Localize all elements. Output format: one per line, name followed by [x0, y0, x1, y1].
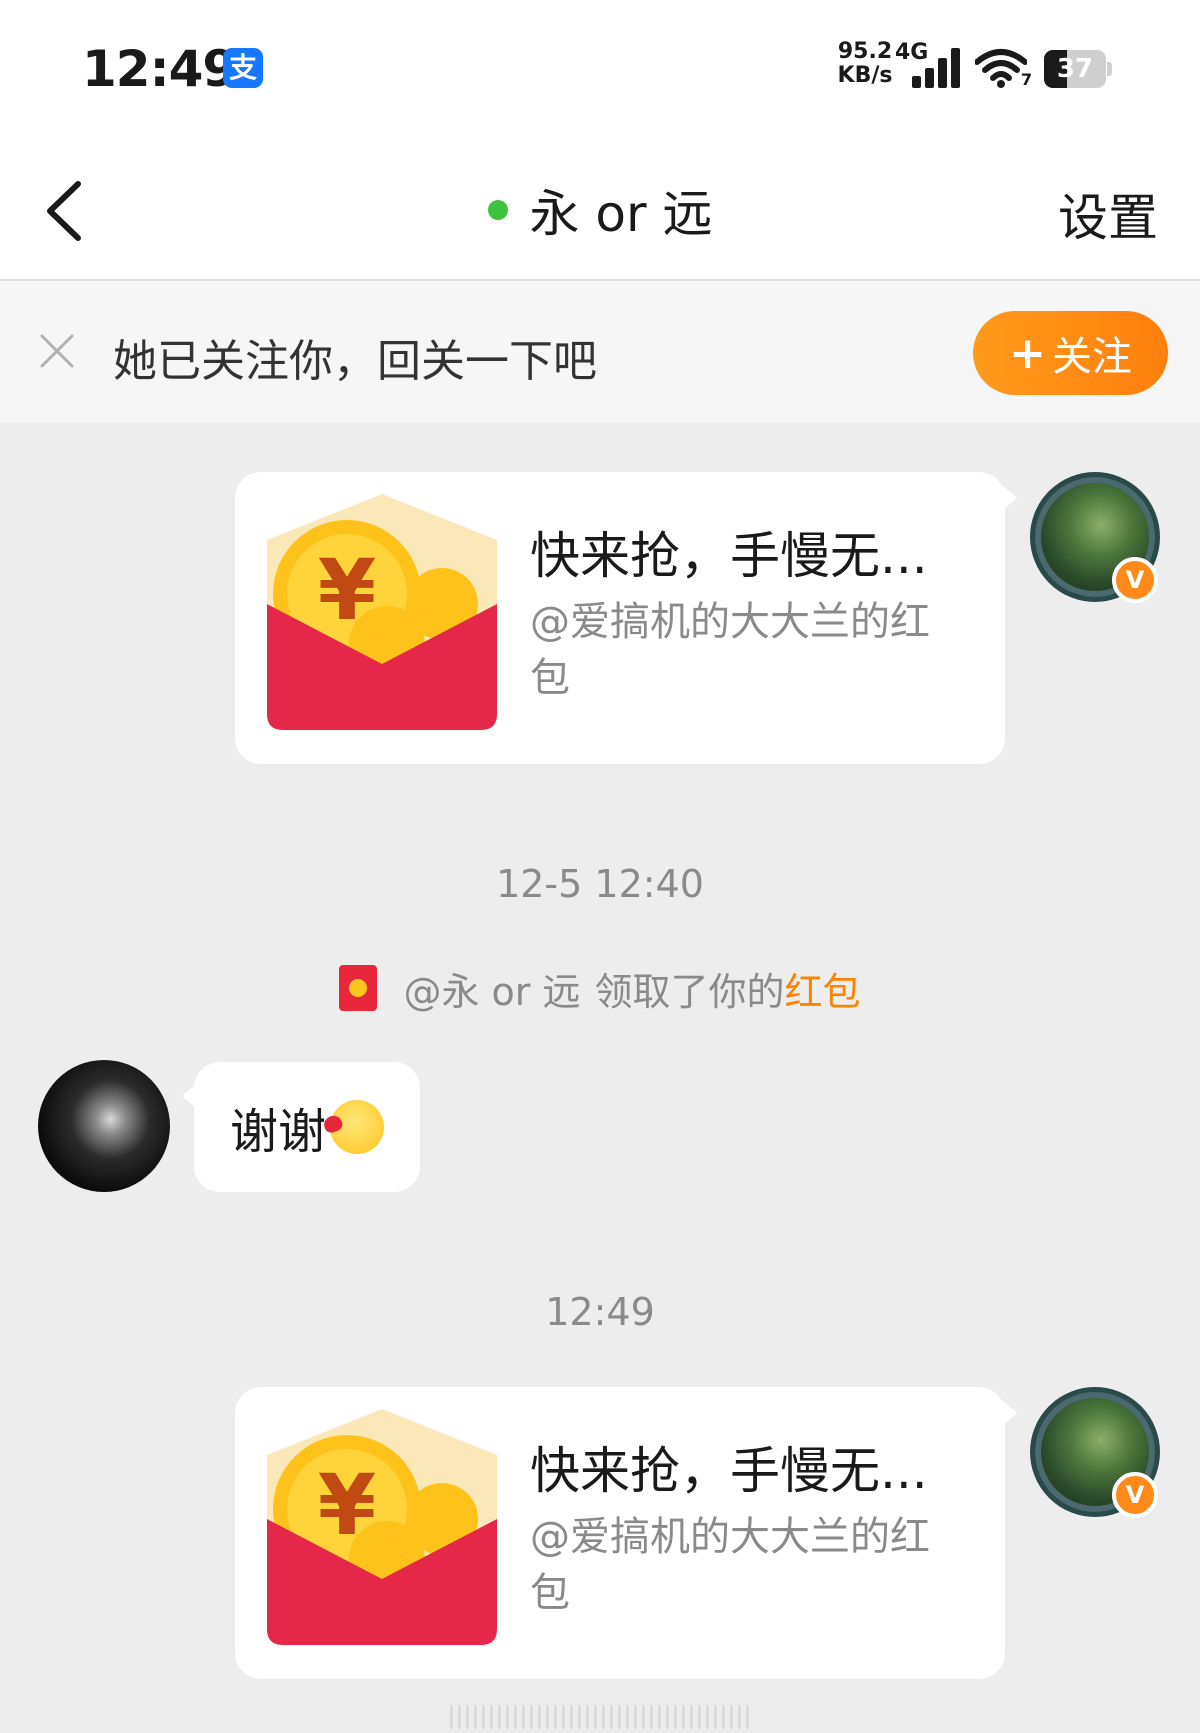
- red-packet-title: 快来抢，手慢无...: [530, 1442, 928, 1500]
- status-bar: 12:49 支 95.2 KB/s 4G 7 37: [0, 0, 1200, 140]
- message-timestamp: 12:49: [545, 1290, 655, 1334]
- chat-title: 永 or 远: [529, 184, 713, 243]
- message-timestamp: 12-5 12:40: [496, 862, 704, 906]
- watermark: [450, 1705, 750, 1729]
- network-speed-unit: KB/s: [837, 63, 893, 88]
- battery-level: 37: [1056, 54, 1094, 84]
- close-icon[interactable]: [38, 332, 76, 370]
- status-time: 12:49: [82, 40, 237, 98]
- online-status-dot: [487, 199, 508, 220]
- plus-icon: +: [1009, 327, 1046, 379]
- notice-user[interactable]: @永 or 远: [403, 961, 580, 1016]
- verified-badge-icon: V: [1112, 557, 1158, 603]
- kiss-emoji-icon: [330, 1100, 385, 1154]
- wifi-icon: 7: [974, 48, 1035, 90]
- signal-icon: [912, 48, 960, 88]
- follow-button-label: 关注: [1051, 334, 1132, 380]
- chat-header: 永 or 远 设置: [0, 140, 1200, 281]
- notice-red-packet-link[interactable]: 红包: [785, 961, 861, 1016]
- red-packet-subtitle: @爱搞机的大大兰的红包: [530, 1514, 930, 1616]
- notice-action: 领取了你的: [594, 969, 785, 1014]
- red-packet-icon: ¥: [267, 1409, 497, 1645]
- red-packet-claimed-notice: @永 or 远 领取了你的 红包: [0, 960, 1200, 1016]
- message-text: 谢谢: [230, 1104, 327, 1160]
- settings-button[interactable]: 设置: [1058, 178, 1158, 250]
- red-packet-small-icon: [339, 965, 378, 1011]
- network-speed: 95.2 KB/s: [835, 40, 895, 88]
- alipay-icon: 支: [223, 48, 263, 88]
- verified-badge-icon: V: [1112, 1472, 1158, 1518]
- network-speed-value: 95.2: [837, 39, 893, 64]
- red-packet-card[interactable]: ¥ 快来抢，手慢无... @爱搞机的大大兰的红包: [235, 472, 1017, 764]
- follow-back-banner: 她已关注你，回关一下吧 + 关注: [0, 281, 1200, 423]
- red-packet-title: 快来抢，手慢无...: [530, 527, 928, 585]
- battery-indicator: 37: [1044, 50, 1112, 88]
- red-packet-card[interactable]: ¥ 快来抢，手慢无... @爱搞机的大大兰的红包: [235, 1387, 1017, 1679]
- red-packet-subtitle: @爱搞机的大大兰的红包: [530, 599, 930, 701]
- chat-title-wrap: 永 or 远: [0, 140, 1200, 279]
- message-bubble[interactable]: 谢谢: [182, 1062, 421, 1192]
- red-packet-icon: ¥: [267, 494, 497, 730]
- wifi-badge: 7: [1021, 70, 1033, 89]
- follow-button[interactable]: + 关注: [973, 311, 1168, 395]
- follow-back-text: 她已关注你，回关一下吧: [113, 336, 597, 387]
- contact-avatar[interactable]: [38, 1060, 170, 1192]
